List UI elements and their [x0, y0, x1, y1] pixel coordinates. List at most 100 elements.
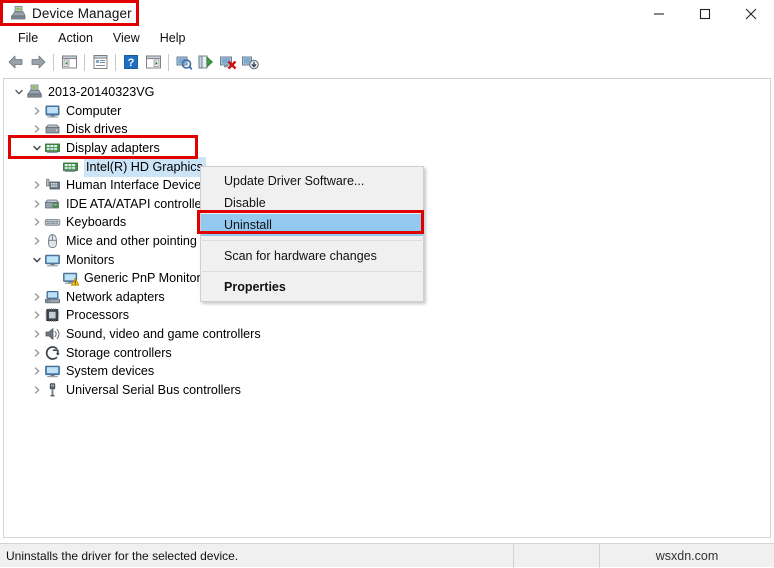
- status-message: Uninstalls the driver for the selected d…: [6, 548, 239, 563]
- help-icon[interactable]: ?: [120, 51, 142, 73]
- device-manager-icon: [10, 5, 26, 21]
- sound-icon: [44, 326, 61, 342]
- uninstall-device-icon[interactable]: [239, 51, 261, 73]
- tree-item-label: IDE ATA/ATAPI controllers: [66, 196, 213, 211]
- chevron-right-icon[interactable]: [30, 177, 44, 193]
- tree-item-label: Keyboards: [66, 215, 127, 230]
- toolbar-separator: [168, 53, 169, 71]
- context-menu-item-scan-for-hardware-changes[interactable]: Scan for hardware changes: [201, 245, 423, 267]
- disable-device-icon[interactable]: [217, 51, 239, 73]
- tree-item-processors[interactable]: Processors: [4, 306, 770, 325]
- chevron-right-icon[interactable]: [30, 103, 44, 119]
- menu-view[interactable]: View: [103, 29, 150, 47]
- chevron-right-icon[interactable]: [30, 382, 44, 398]
- context-menu-item-update-driver-software[interactable]: Update Driver Software...: [201, 170, 423, 192]
- scan-for-hardware-changes-icon[interactable]: [173, 51, 195, 73]
- chevron-right-icon[interactable]: [30, 233, 44, 249]
- tree-item-root[interactable]: 2013-20140323VG: [4, 83, 770, 102]
- context-menu-item-disable[interactable]: Disable: [201, 192, 423, 214]
- system-device-icon: [44, 363, 61, 379]
- ide-controller-icon: [44, 196, 61, 212]
- toolbar-separator: [115, 53, 116, 71]
- chevron-right-icon[interactable]: [30, 196, 44, 212]
- device-tree-pane[interactable]: 2013-20140323VG Computer Disk drives Dis…: [3, 78, 771, 538]
- tree-item-storage-controllers[interactable]: Storage controllers: [4, 343, 770, 362]
- chevron-down-icon[interactable]: [30, 140, 44, 156]
- chevron-down-icon[interactable]: [12, 84, 26, 100]
- monitor-icon: [44, 252, 61, 268]
- chevron-right-icon[interactable]: [30, 289, 44, 305]
- tree-item-system-devices[interactable]: System devices: [4, 362, 770, 381]
- tree-item-label: Storage controllers: [66, 345, 172, 360]
- disk-drive-icon: [44, 121, 61, 137]
- back-icon[interactable]: [5, 51, 27, 73]
- forward-icon[interactable]: [27, 51, 49, 73]
- svg-text:?: ?: [128, 57, 135, 69]
- toolbar: ?: [0, 49, 774, 75]
- mouse-icon: [44, 233, 61, 249]
- close-icon[interactable]: [728, 0, 774, 27]
- storage-controller-icon: [44, 345, 61, 361]
- keyboard-icon: [44, 214, 61, 230]
- context-menu-item-properties[interactable]: Properties: [201, 276, 423, 298]
- toolbar-separator: [53, 53, 54, 71]
- tree-item-label: Human Interface Devices: [66, 178, 208, 193]
- tree-item-label: Monitors: [66, 252, 115, 267]
- tree-item-label: Computer: [66, 103, 122, 118]
- tree-item-label: Network adapters: [66, 289, 165, 304]
- chevron-right-icon[interactable]: [30, 363, 44, 379]
- status-divider: [513, 543, 514, 568]
- window-controls: [636, 0, 774, 27]
- tree-item-sound-video-and-game-controllers[interactable]: Sound, video and game controllers: [4, 325, 770, 344]
- show-hide-console-tree-icon[interactable]: [58, 51, 80, 73]
- minimize-icon[interactable]: [636, 0, 682, 27]
- tree-item-label: Disk drives: [66, 122, 128, 137]
- tree-item-label: Universal Serial Bus controllers: [66, 382, 241, 397]
- watermark: wsxdn.com: [655, 548, 719, 563]
- tree-item-disk-drives[interactable]: Disk drives: [4, 120, 770, 139]
- tree-item-label: Sound, video and game controllers: [66, 327, 261, 342]
- network-adapter-icon: [44, 289, 61, 305]
- maximize-icon[interactable]: [682, 0, 728, 27]
- chevron-right-icon[interactable]: [30, 345, 44, 361]
- properties-icon[interactable]: [89, 51, 111, 73]
- hid-icon: [44, 177, 61, 193]
- context-menu[interactable]: Update Driver Software... Disable Uninst…: [200, 166, 424, 302]
- menu-bar: File Action View Help: [0, 27, 774, 49]
- title-bar: Device Manager: [0, 0, 774, 27]
- tree-item-label: 2013-20140323VG: [48, 85, 155, 100]
- chevron-right-icon[interactable]: [30, 121, 44, 137]
- tree-item-label: Processors: [66, 308, 129, 323]
- context-menu-item-uninstall[interactable]: Uninstall: [201, 214, 423, 236]
- title-highlight-box: Device Manager: [0, 0, 139, 26]
- display-adapter-icon: [62, 159, 79, 175]
- tree-item-label: Display adapters: [66, 141, 160, 156]
- device-manager-window: Device Manager File Action View Help ? 2…: [0, 0, 774, 568]
- display-adapter-icon: [44, 140, 61, 156]
- status-bar: Uninstalls the driver for the selected d…: [0, 543, 774, 568]
- computer-root-icon: [26, 84, 43, 100]
- menu-file[interactable]: File: [8, 29, 48, 47]
- menu-action[interactable]: Action: [48, 29, 103, 47]
- menu-help[interactable]: Help: [150, 29, 196, 47]
- tree-item-universal-serial-bus-controllers[interactable]: Universal Serial Bus controllers: [4, 381, 770, 400]
- processor-icon: [44, 307, 61, 323]
- context-menu-separator: [202, 271, 422, 272]
- monitor-warning-icon: [62, 270, 80, 286]
- chevron-right-icon[interactable]: [30, 214, 44, 230]
- show-hide-action-pane-icon[interactable]: [142, 51, 164, 73]
- tree-item-computer[interactable]: Computer: [4, 102, 770, 121]
- tree-item-label: Intel(R) HD Graphics: [84, 156, 206, 177]
- tree-item-label: Generic PnP Monitor: [84, 271, 201, 286]
- toolbar-separator: [84, 53, 85, 71]
- window-title: Device Manager: [32, 5, 132, 21]
- update-driver-software-icon[interactable]: [195, 51, 217, 73]
- usb-controller-icon: [44, 382, 61, 398]
- tree-item-label: System devices: [66, 364, 155, 379]
- chevron-down-icon[interactable]: [30, 252, 44, 268]
- chevron-right-icon[interactable]: [30, 326, 44, 342]
- computer-icon: [44, 103, 61, 119]
- context-menu-separator: [202, 240, 422, 241]
- tree-item-display-adapters[interactable]: Display adapters: [4, 139, 770, 158]
- chevron-right-icon[interactable]: [30, 307, 44, 323]
